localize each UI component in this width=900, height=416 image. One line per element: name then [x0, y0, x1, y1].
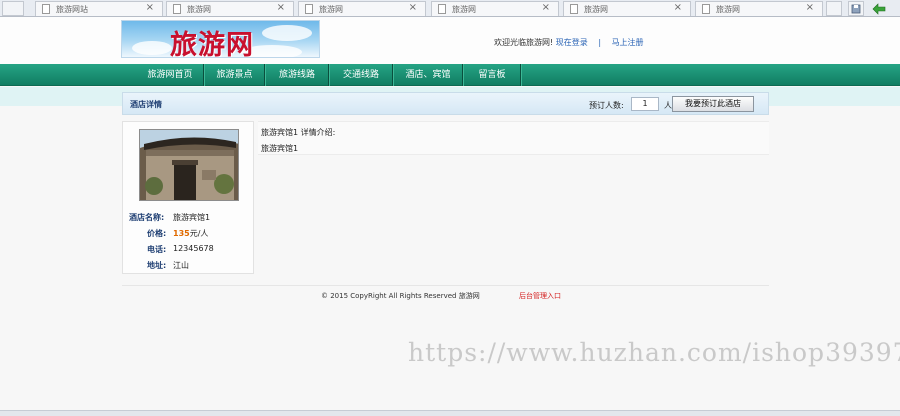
tab-title: 旅游网	[716, 5, 740, 14]
close-icon[interactable]: ×	[674, 2, 682, 13]
nav-item-guestbook[interactable]: 留言板	[464, 64, 521, 86]
tab-title: 旅游网站	[56, 5, 88, 14]
status-bar	[0, 410, 900, 416]
description-text: 旅游宾馆1	[261, 144, 299, 153]
page-icon	[570, 4, 578, 14]
copyright-text: © 2015 CopyRight All Rights Reserved 旅游网	[321, 292, 480, 300]
browser-tab[interactable]: 旅游网 ×	[298, 1, 426, 16]
site-header: 旅游网 欢迎光临旅游网! 现在登录 | 马上注册	[0, 17, 900, 64]
browser-tab[interactable]: 旅游网 ×	[431, 1, 559, 16]
new-tab-button[interactable]	[826, 1, 842, 16]
hotel-name-label: 酒店名称:	[129, 213, 165, 222]
guest-count-label: 预订人数:	[589, 101, 624, 110]
hotel-description: 旅游宾馆1 详情介绍: 旅游宾馆1	[258, 121, 769, 155]
register-link[interactable]: 马上注册	[612, 38, 644, 47]
page-icon	[305, 4, 313, 14]
hotel-detail-header: 酒店详情 预订人数: 1 人 我要预订此酒店	[122, 92, 769, 115]
logo-text: 旅游网	[170, 30, 254, 58]
description-heading: 旅游宾馆1 详情介绍:	[261, 128, 336, 137]
welcome-text: 欢迎光临旅游网!	[494, 38, 554, 47]
tab-title: 旅游网	[187, 5, 211, 14]
welcome-bar: 欢迎光临旅游网! 现在登录 | 马上注册	[494, 37, 644, 48]
page-icon	[702, 4, 710, 14]
page-icon	[173, 4, 181, 14]
hotel-name-value: 旅游宾馆1	[173, 213, 211, 222]
close-icon[interactable]: ×	[542, 2, 550, 13]
site-logo[interactable]: 旅游网	[121, 20, 320, 58]
guest-count-input[interactable]: 1	[631, 97, 659, 111]
watermark-text: https://www.huzhan.com/ishop39397	[408, 338, 900, 367]
close-icon[interactable]: ×	[409, 2, 417, 13]
close-icon[interactable]: ×	[146, 2, 154, 13]
hotel-photo	[139, 129, 239, 201]
save-page-icon[interactable]	[848, 1, 864, 16]
price-value: 135	[173, 229, 190, 238]
back-arrow-icon[interactable]	[868, 1, 890, 16]
nav-item-routes[interactable]: 旅游线路	[266, 64, 329, 86]
browser-tab[interactable]: 旅游网 ×	[695, 1, 823, 16]
section-title: 酒店详情	[130, 100, 162, 109]
login-link[interactable]: 现在登录	[556, 38, 588, 47]
browser-tab[interactable]: 旅游网站 ×	[35, 1, 163, 16]
book-hotel-button[interactable]: 我要预订此酒店	[672, 96, 754, 112]
tab-title: 旅游网	[452, 5, 476, 14]
phone-label: 电话:	[147, 245, 167, 254]
phone-value: 12345678	[173, 244, 214, 253]
price-unit: 元/人	[189, 229, 209, 238]
tab-title: 旅游网	[584, 5, 608, 14]
page-icon	[438, 4, 446, 14]
separator: |	[598, 38, 602, 47]
close-icon[interactable]: ×	[277, 2, 285, 13]
address-value: 江山	[173, 261, 189, 270]
footer-divider	[122, 285, 769, 286]
nav-item-attractions[interactable]: 旅游景点	[205, 64, 265, 86]
page-icon	[42, 4, 50, 14]
admin-entry-link[interactable]: 后台管理入口	[519, 291, 561, 301]
nav-item-home[interactable]: 旅游网首页	[137, 64, 204, 86]
nav-item-hotels[interactable]: 酒店、宾馆	[394, 64, 463, 86]
browser-tab-strip: 旅游网站 × 旅游网 × 旅游网 × 旅游网 × 旅游网 × 旅游网 ×	[0, 0, 900, 17]
tab-title: 旅游网	[319, 5, 343, 14]
browser-tab[interactable]: 旅游网 ×	[563, 1, 691, 16]
price-label: 价格:	[147, 229, 167, 238]
main-nav: 旅游网首页 旅游景点 旅游线路 交通线路 酒店、宾馆 留言板	[0, 64, 900, 86]
tab-list-button[interactable]	[2, 1, 24, 16]
close-icon[interactable]: ×	[806, 2, 814, 13]
browser-tab[interactable]: 旅游网 ×	[166, 1, 294, 16]
address-label: 地址:	[147, 261, 167, 270]
hotel-info-card: 酒店名称: 旅游宾馆1 价格: 135元/人 电话: 12345678 地址: …	[122, 121, 254, 274]
guest-count-unit: 人	[664, 101, 672, 110]
nav-item-transport[interactable]: 交通线路	[330, 64, 393, 86]
